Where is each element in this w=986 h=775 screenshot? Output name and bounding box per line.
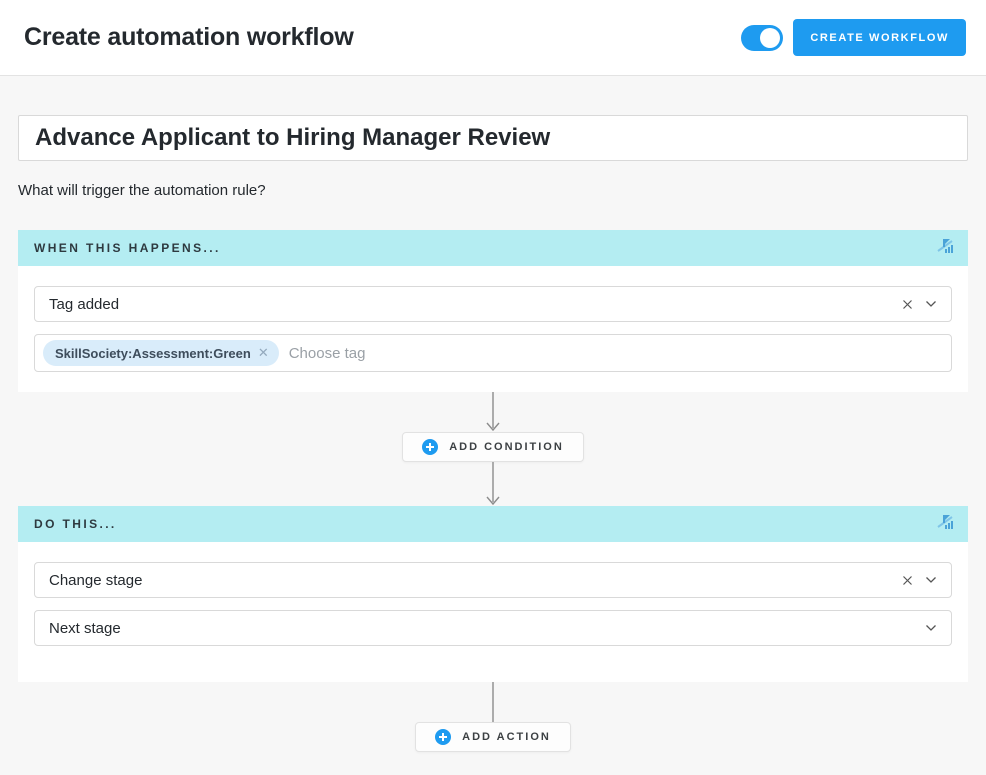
do-section-header: DO THIS...: [18, 506, 968, 542]
add-action-label: ADD ACTION: [462, 731, 551, 743]
plus-icon: [435, 729, 451, 745]
automation-chart-icon: [936, 513, 954, 536]
selected-tag-chip[interactable]: SkillSociety:Assessment:Green ✕: [43, 340, 279, 366]
when-section-body: Tag added SkillSociety:Assessment:Green …: [18, 266, 968, 392]
clear-icon[interactable]: [902, 299, 913, 310]
remove-tag-icon[interactable]: ✕: [258, 345, 269, 361]
trigger-select-value: Tag added: [49, 296, 902, 313]
add-action-button[interactable]: ADD ACTION: [415, 722, 571, 752]
automation-chart-icon: [936, 237, 954, 260]
add-condition-button[interactable]: ADD CONDITION: [402, 432, 584, 462]
selected-tag-label: SkillSociety:Assessment:Green: [55, 346, 251, 361]
stage-select[interactable]: Next stage: [34, 610, 952, 646]
action-select[interactable]: Change stage: [34, 562, 952, 598]
connector-arrow-down: [484, 462, 502, 506]
create-workflow-button[interactable]: CREATE WORKFLOW: [793, 19, 966, 56]
add-condition-label: ADD CONDITION: [449, 441, 564, 453]
tag-picker[interactable]: SkillSociety:Assessment:Green ✕: [34, 334, 952, 372]
top-bar: Create automation workflow CREATE WORKFL…: [0, 0, 986, 76]
chevron-down-icon[interactable]: [925, 624, 937, 632]
when-section-label: WHEN THIS HAPPENS...: [34, 241, 221, 255]
connector-arrow-down: [484, 392, 502, 432]
trigger-select[interactable]: Tag added: [34, 286, 952, 322]
plus-icon: [422, 439, 438, 455]
do-section: DO THIS... Change stage: [18, 506, 968, 682]
action-select-value: Change stage: [49, 572, 902, 589]
trigger-question-text: What will trigger the automation rule?: [18, 182, 968, 199]
choose-tag-input[interactable]: [289, 345, 943, 362]
when-section: WHEN THIS HAPPENS... Tag added: [18, 230, 968, 392]
page-title: Create automation workflow: [24, 23, 354, 52]
connector-line: [484, 682, 502, 722]
do-section-label: DO THIS...: [34, 517, 117, 531]
clear-icon[interactable]: [902, 575, 913, 586]
top-bar-actions: CREATE WORKFLOW: [741, 19, 966, 56]
toggle-knob: [760, 28, 780, 48]
workflow-enabled-toggle[interactable]: [741, 25, 783, 51]
stage-select-value: Next stage: [49, 620, 925, 637]
do-section-body: Change stage Next stage: [18, 542, 968, 682]
workflow-name-input[interactable]: [18, 115, 968, 161]
workflow-editor: What will trigger the automation rule? W…: [0, 115, 986, 752]
chevron-down-icon[interactable]: [925, 300, 937, 308]
when-section-header: WHEN THIS HAPPENS...: [18, 230, 968, 266]
chevron-down-icon[interactable]: [925, 576, 937, 584]
